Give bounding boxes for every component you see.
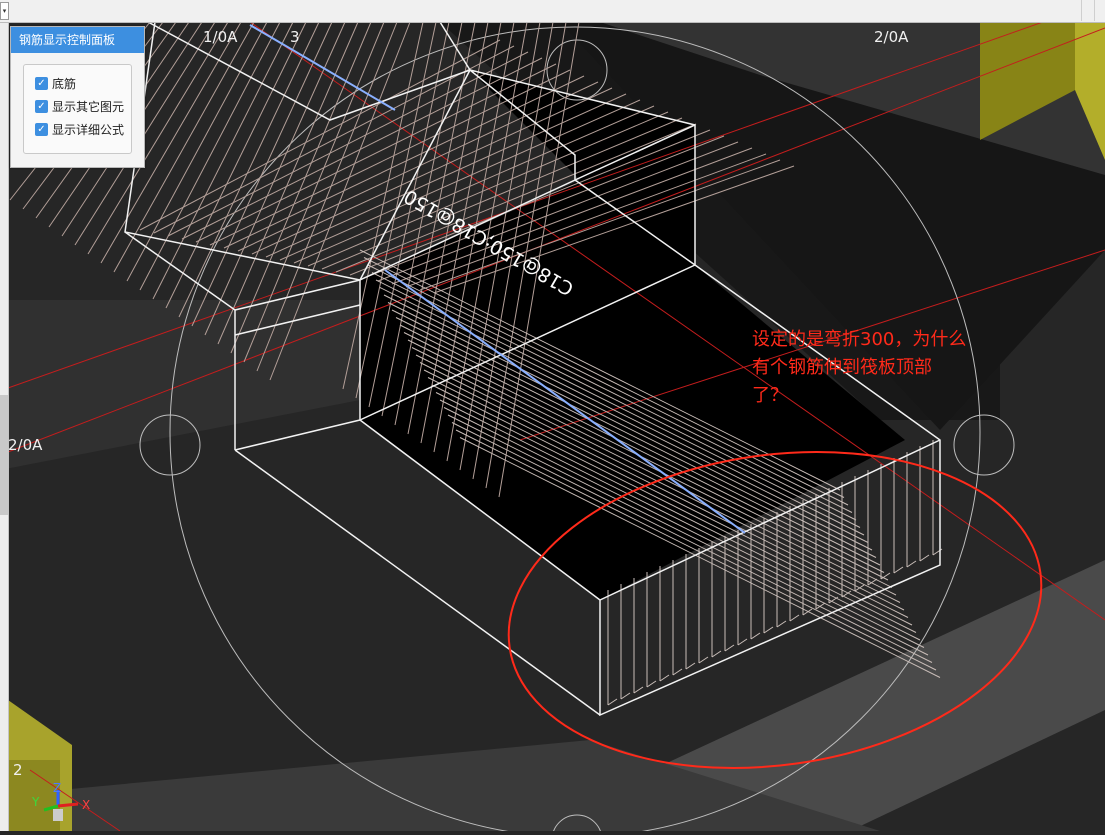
annotation-line-3: 了？	[752, 385, 788, 406]
checkbox-checked-icon: ✓	[35, 100, 48, 113]
panel-title: 钢筋显示控制面板	[11, 27, 144, 53]
scene-canvas[interactable]: C18@150;C18@150 1/0A 3 2/0A 2/0A 2 设定的是弯…	[0, 0, 1105, 835]
axis-label: 3	[290, 28, 300, 46]
checkbox-label: 显示详细公式	[52, 123, 125, 137]
checkbox-checked-icon: ✓	[35, 123, 48, 136]
axis-label: 2/0A	[874, 28, 909, 46]
panel-options: ✓ 底筋 ✓ 显示其它图元 ✓ 显示详细公式	[23, 64, 132, 154]
checkbox-label: 底筋	[52, 77, 77, 91]
dropdown-arrow-icon[interactable]: ▾	[0, 2, 9, 20]
checkbox-checked-icon: ✓	[35, 77, 48, 90]
annotation-line-2: 有个钢筋伸到筏板顶部	[752, 357, 932, 378]
svg-text:Y: Y	[31, 795, 40, 809]
left-scrollbar[interactable]	[0, 23, 9, 831]
rebar-display-panel: 钢筋显示控制面板 ✓ 底筋 ✓ 显示其它图元 ✓ 显示详细公式	[10, 26, 145, 168]
annotation-line-1: 设定的是弯折300，为什么	[752, 329, 966, 350]
axis-label: 2/0A	[8, 436, 43, 454]
3d-viewport[interactable]: C18@150;C18@150 1/0A 3 2/0A 2/0A 2 设定的是弯…	[0, 0, 1105, 835]
top-toolbar: ▾	[0, 0, 1105, 23]
show-other-elements-checkbox[interactable]: ✓ 显示其它图元	[24, 95, 131, 118]
show-formula-checkbox[interactable]: ✓ 显示详细公式	[24, 118, 131, 141]
scroll-thumb[interactable]	[0, 395, 8, 515]
checkbox-label: 显示其它图元	[52, 100, 125, 114]
svg-text:Z: Z	[53, 781, 61, 795]
axis-label: 2	[13, 761, 23, 779]
bottom-rebar-checkbox[interactable]: ✓ 底筋	[24, 72, 131, 95]
toolbar-divider	[1081, 0, 1095, 21]
axis-label: 1/0A	[203, 28, 238, 46]
svg-text:X: X	[82, 798, 90, 812]
